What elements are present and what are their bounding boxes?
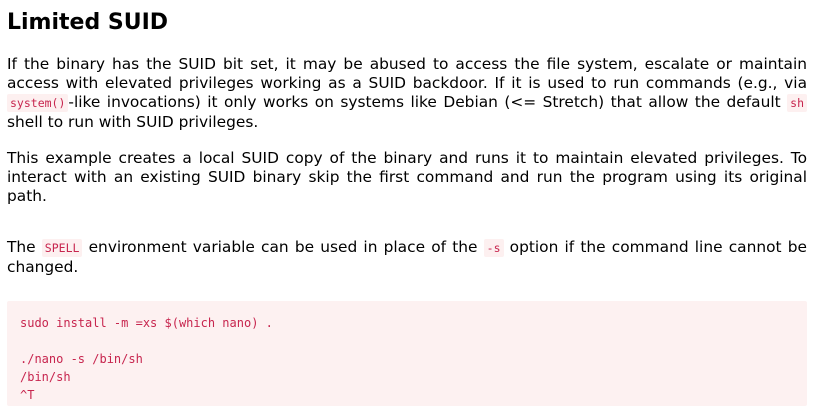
section-heading: Limited SUID [7,10,169,35]
code-line: ^T [20,388,35,402]
code-line: ./nano -s /bin/sh [20,352,143,366]
inline-code-spell: SPELL [41,239,83,257]
env-variable-paragraph: The SPELL environment variable can be us… [7,238,807,277]
inline-code-system: system() [7,94,69,112]
code-line: /bin/sh [20,370,71,384]
inline-code-s-option: -s [483,239,504,257]
para3-text-2: environment variable can be used in plac… [82,238,484,256]
page: Limited SUID If the binary has the SUID … [0,0,821,406]
para1-text-1: If the binary has the SUID bit set, it m… [7,55,807,92]
code-line: sudo install -m =xs $(which nano) . [20,316,273,330]
para1-text-3: shell to run with SUID privileges. [7,113,259,131]
para1-text-2: -like invocations) it only works on syst… [68,93,788,111]
para3-text-1: The [7,238,42,256]
inline-code-sh: sh [787,94,807,112]
example-paragraph: This example creates a local SUID copy o… [7,149,807,205]
description-paragraph: If the binary has the SUID bit set, it m… [7,55,807,132]
code-block[interactable]: sudo install -m =xs $(which nano) . ./na… [7,301,807,406]
